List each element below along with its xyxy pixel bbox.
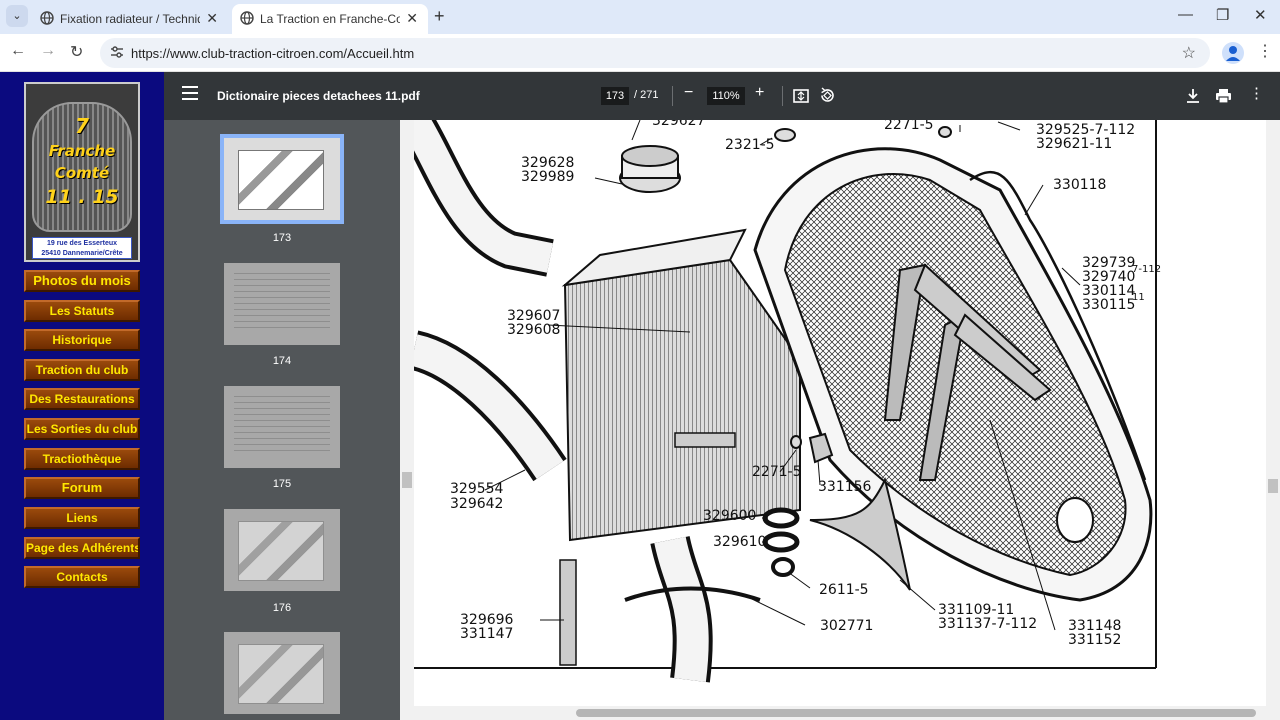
club-logo[interactable]: 7 Franche Comté 11 . 15 19 rue des Esser… [24, 82, 140, 262]
page-total: / 271 [634, 89, 659, 101]
part-label: 329554 [450, 481, 504, 497]
nav-tractiotheque[interactable]: Tractiothèque [24, 448, 140, 470]
divider [782, 86, 783, 106]
logo-model: 11 . 15 [45, 186, 119, 208]
page-vertical-scrollbar[interactable] [1266, 120, 1280, 706]
part-label: 2271-5 [884, 120, 934, 133]
reload-icon[interactable]: ↻ [70, 42, 83, 62]
rotate-icon[interactable] [819, 87, 836, 104]
print-icon[interactable] [1215, 88, 1232, 104]
part-label: 2611-5 [819, 582, 869, 598]
part-label: 302771 [820, 618, 874, 634]
part-label: 329621-11 [1036, 136, 1113, 152]
thumbnail-page-174[interactable] [224, 263, 340, 345]
close-icon[interactable]: ✕ [406, 10, 418, 27]
nav-les-statuts[interactable]: Les Statuts [24, 300, 140, 322]
zoom-in-button[interactable]: + [755, 84, 764, 102]
nav-historique[interactable]: Historique [24, 329, 140, 351]
site-sidebar: 7 Franche Comté 11 . 15 19 rue des Esser… [0, 72, 164, 720]
scrollbar-thumb[interactable] [576, 709, 1256, 717]
part-label: 329610 [713, 534, 767, 550]
pdf-toolbar: Dictionaire pieces detachees 11.pdf 173 … [164, 72, 1280, 120]
fit-to-page-icon[interactable] [793, 88, 809, 104]
part-label: 2321-5 [725, 137, 775, 153]
scrollbar-thumb[interactable] [1268, 479, 1278, 493]
globe-icon [240, 11, 254, 25]
browser-toolbar: ← → ↻ https://www.club-traction-citroen.… [0, 34, 1280, 72]
nav-contacts[interactable]: Contacts [24, 566, 140, 588]
tab-title: Fixation radiateur / Technique - [60, 12, 200, 26]
part-label: 7-112 [1132, 264, 1162, 275]
thumbnail-label: 175 [272, 478, 292, 490]
thumbnail-page-173[interactable] [220, 134, 344, 224]
restore-icon[interactable]: ❐ [1216, 6, 1229, 24]
menu-icon[interactable] [182, 86, 198, 100]
divider [672, 86, 673, 106]
thumbnail-label: 173 [272, 232, 292, 244]
nav-liens[interactable]: Liens [24, 507, 140, 529]
thumbnail-image [234, 396, 330, 456]
tab-search-button[interactable]: ⌄ [6, 5, 28, 27]
pdf-page: 329627 2271-5 329525-7-112 329621-11 232… [400, 120, 1280, 720]
thumbnail-page-175[interactable] [224, 386, 340, 468]
back-arrow-icon[interactable]: ← [10, 42, 26, 60]
part-label: 331156 [818, 479, 872, 495]
url-text: https://www.club-traction-citroen.com/Ac… [131, 46, 415, 61]
scrollbar-thumb[interactable] [402, 472, 412, 488]
tab-title: La Traction en Franche-Comté [260, 12, 400, 26]
nav-photos-du-mois[interactable]: Photos du mois [24, 270, 140, 292]
thumbnail-label: 176 [272, 602, 292, 614]
part-label: 329989 [521, 169, 575, 185]
part-label: 331137-7-112 [938, 616, 1038, 632]
thumbnail-page-176[interactable] [224, 509, 340, 591]
thumbnail-page-177[interactable] [224, 632, 340, 714]
part-label: 330118 [1053, 177, 1107, 193]
thumbnail-image [238, 644, 324, 704]
tab-traction-franche-comte[interactable]: La Traction en Franche-Comté ✕ [232, 4, 428, 34]
logo-number: 7 [75, 114, 89, 138]
nav-des-restaurations[interactable]: Des Restaurations [24, 388, 140, 410]
globe-icon [40, 11, 54, 25]
tab-fixation-radiateur[interactable]: Fixation radiateur / Technique - ✕ [32, 4, 228, 34]
address-bar[interactable]: https://www.club-traction-citroen.com/Ac… [100, 38, 1210, 68]
bookmark-star-icon[interactable]: ☆ [1182, 43, 1196, 63]
part-label: 329608 [507, 322, 561, 338]
profile-avatar-icon[interactable] [1222, 42, 1244, 64]
page-number-input[interactable]: 173 [601, 87, 629, 105]
part-label: 2271-5 [752, 464, 802, 480]
thumbnail-image [234, 273, 330, 333]
close-icon[interactable]: ✕ [206, 10, 218, 27]
download-icon[interactable] [1186, 88, 1200, 104]
nav-forum[interactable]: Forum [24, 477, 140, 499]
part-label: 331147 [460, 626, 514, 642]
part-label: 329627 [652, 120, 706, 129]
nav-traction-du-club[interactable]: Traction du club [24, 359, 140, 381]
new-tab-button[interactable]: + [434, 6, 445, 27]
browser-menu-icon[interactable]: ⋮ [1257, 41, 1273, 61]
part-label: 11 [1132, 292, 1145, 303]
thumbnail-scrollbar[interactable] [400, 120, 414, 720]
nav-page-des-adherents[interactable]: Page des Adhérents [24, 537, 140, 559]
zoom-out-button[interactable]: − [684, 84, 693, 102]
thumbnail-image [238, 521, 324, 581]
forward-arrow-icon[interactable]: → [40, 42, 56, 60]
more-actions-icon[interactable]: ⋮ [1249, 84, 1264, 102]
part-label: 331152 [1068, 632, 1122, 648]
window-close-icon[interactable]: ✕ [1254, 6, 1267, 24]
part-label: 329600 [703, 508, 757, 524]
pdf-title: Dictionaire pieces detachees 11.pdf [217, 89, 420, 103]
thumbnail-label: 174 [272, 355, 292, 367]
part-label: 329642 [450, 496, 504, 512]
thumbnail-image [238, 150, 324, 210]
thumbnail-pane: 173 174 175 176 [164, 120, 400, 720]
logo-region: Franche Comté [48, 142, 116, 182]
browser-tabstrip: ⌄ Fixation radiateur / Technique - ✕ La … [0, 0, 1280, 34]
site-info-icon[interactable] [110, 45, 124, 59]
nav-les-sorties-du-club[interactable]: Les Sorties du club [24, 418, 140, 440]
logo-address: 19 rue des Esserteux 25410 Dannemarie/Cr… [32, 237, 132, 259]
part-label: 330115 [1082, 297, 1136, 313]
zoom-level-input[interactable]: 110% [707, 87, 745, 105]
minimize-icon[interactable]: — [1178, 6, 1193, 23]
